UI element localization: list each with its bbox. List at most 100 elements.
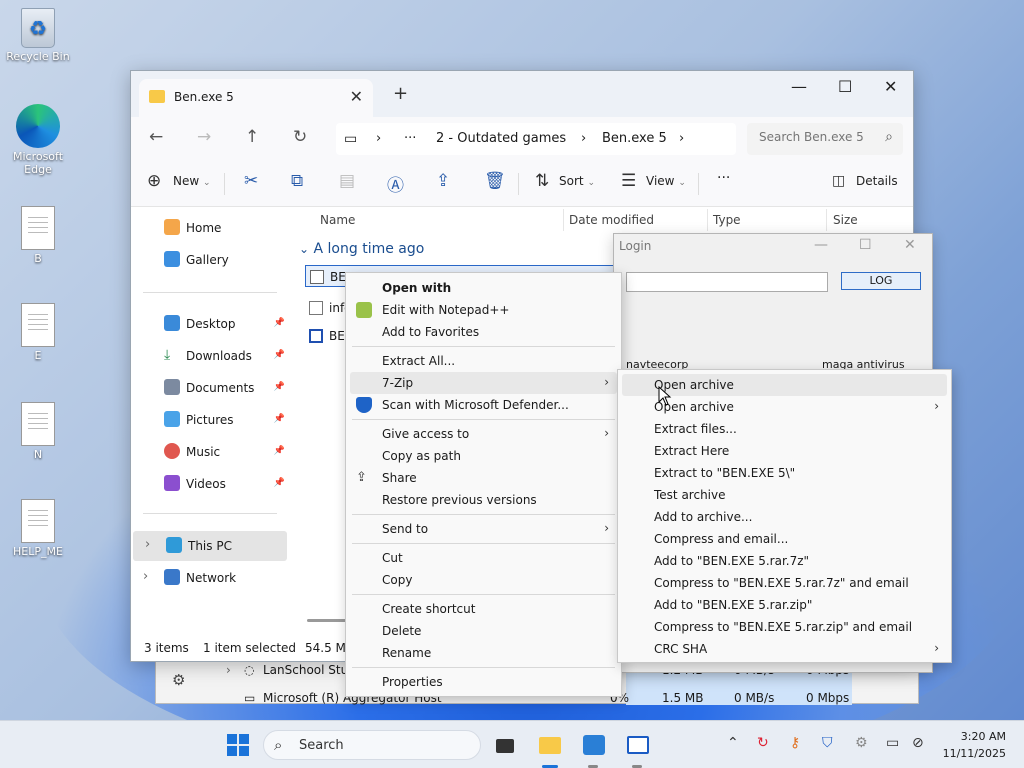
new-button[interactable]: New ⌄	[173, 174, 211, 188]
nav-item-desktop[interactable]: Desktop 📌	[131, 309, 287, 339]
taskbar-search[interactable]: ⌕ Search	[263, 730, 481, 760]
login-input[interactable]	[626, 272, 828, 292]
search-box[interactable]: ⌕	[747, 123, 903, 155]
menu-restore[interactable]: Restore previous versions	[350, 489, 617, 511]
file-e-shortcut[interactable]: E	[6, 303, 70, 362]
menu-edit-notepad[interactable]: Edit with Notepad++	[350, 299, 617, 321]
maximize-icon[interactable]: ☐	[838, 77, 852, 96]
share-icon[interactable]: ⇪	[436, 171, 450, 191]
close-window-icon[interactable]: ✕	[884, 77, 897, 96]
edge-shortcut[interactable]: Microsoft Edge	[6, 104, 70, 176]
menu-share[interactable]: ⇪ Share	[350, 467, 617, 489]
group-header[interactable]: ⌄ A long time ago	[299, 241, 424, 257]
zip-compress-email[interactable]: Compress and email...	[622, 528, 947, 550]
nav-item-downloads[interactable]: ⤓ Downloads 📌	[131, 341, 287, 371]
up-arrow-icon[interactable]: ↑	[245, 127, 259, 147]
process-network: 0 Mbps	[806, 691, 850, 705]
nav-item-pictures[interactable]: Pictures 📌	[131, 405, 287, 435]
zip-extract-files[interactable]: Extract files...	[622, 418, 947, 440]
copy-icon[interactable]: ⧉	[291, 171, 303, 191]
rename-icon[interactable]: Ⓐ	[387, 171, 404, 196]
chevron-right-icon[interactable]: ›	[145, 537, 150, 552]
horizontal-scrollbar[interactable]	[307, 619, 347, 622]
breadcrumb-outdated-games[interactable]: 2 - Outdated games	[436, 131, 566, 146]
close-icon[interactable]: ✕	[904, 237, 916, 253]
zip-add-7z[interactable]: Add to "BEN.EXE 5.rar.7z"	[622, 550, 947, 572]
column-date-modified[interactable]: Date modified	[569, 213, 654, 227]
new-tab-button[interactable]: +	[393, 83, 408, 104]
menu-create-shortcut[interactable]: Create shortcut	[350, 598, 617, 620]
paste-icon[interactable]: ▤	[339, 171, 355, 191]
nav-item-home[interactable]: Home	[131, 213, 287, 243]
start-windows-icon[interactable]	[226, 733, 250, 757]
sync-icon[interactable]: ↻	[757, 735, 769, 751]
menu-send-to[interactable]: Send to ›	[350, 518, 617, 540]
tab-ben-exe-5[interactable]: Ben.exe 5 ✕	[139, 79, 373, 117]
file-b-shortcut[interactable]: B	[6, 206, 70, 265]
chevron-up-icon[interactable]: ⌃	[727, 735, 739, 751]
nav-item-documents[interactable]: Documents 📌	[131, 373, 287, 403]
maximize-icon[interactable]: ☐	[859, 237, 872, 253]
volume-muted-icon[interactable]: ⊘	[912, 735, 924, 751]
breadcrumb-more[interactable]: ···	[404, 131, 416, 146]
monitor-icon[interactable]: ▭	[886, 735, 899, 751]
menu-open-with[interactable]: Open with	[350, 277, 617, 299]
breadcrumb-ben-exe-5[interactable]: Ben.exe 5	[602, 131, 667, 146]
menu-scan-defender[interactable]: Scan with Microsoft Defender...	[350, 394, 617, 416]
chevron-right-icon[interactable]: ›	[143, 569, 148, 584]
column-type[interactable]: Type	[713, 213, 741, 227]
file-explorer-taskbar-icon[interactable]	[538, 733, 562, 757]
task-manager-taskbar-icon[interactable]	[582, 733, 606, 757]
zip-extract-to[interactable]: Extract to "BEN.EXE 5\"	[622, 462, 947, 484]
file-help-shortcut[interactable]: HELP_ME	[6, 499, 70, 558]
app-window-taskbar-icon[interactable]	[626, 733, 650, 757]
menu-delete[interactable]: Delete	[350, 620, 617, 642]
minimize-icon[interactable]: —	[791, 77, 807, 96]
menu-rename[interactable]: Rename	[350, 642, 617, 664]
back-arrow-icon[interactable]: ←	[149, 127, 163, 147]
nav-item-network[interactable]: › Network	[131, 563, 287, 593]
refresh-icon[interactable]: ↻	[293, 127, 307, 147]
log-button[interactable]: LOG	[841, 272, 921, 290]
menu-add-favorites[interactable]: Add to Favorites	[350, 321, 617, 343]
zip-test-archive[interactable]: Test archive	[622, 484, 947, 506]
more-options-button[interactable]: ···	[717, 170, 730, 186]
menu-give-access[interactable]: Give access to ›	[350, 423, 617, 445]
zip-crc-sha[interactable]: CRC SHA ›	[622, 638, 947, 660]
task-view-icon[interactable]	[493, 733, 517, 757]
file-n-shortcut[interactable]: N	[6, 402, 70, 461]
nav-item-music[interactable]: Music 📌	[131, 437, 287, 467]
key-icon[interactable]: ⚷	[790, 735, 800, 751]
column-name[interactable]: Name	[320, 213, 355, 227]
delete-icon[interactable]: 🗑	[484, 171, 506, 191]
menu-cut[interactable]: Cut	[350, 547, 617, 569]
forward-arrow-icon[interactable]: →	[197, 127, 211, 147]
close-tab-icon[interactable]: ✕	[350, 87, 363, 106]
security-shield-icon[interactable]: ⛉	[822, 735, 833, 751]
cut-icon[interactable]: ✂	[244, 171, 258, 191]
zip-compress-zip-email[interactable]: Compress to "BEN.EXE 5.rar.zip" and emai…	[622, 616, 947, 638]
zip-add-zip[interactable]: Add to "BEN.EXE 5.rar.zip"	[622, 594, 947, 616]
menu-7zip[interactable]: 7-Zip ›	[350, 372, 617, 394]
menu-extract-all[interactable]: Extract All...	[350, 350, 617, 372]
nav-item-this-pc[interactable]: › This PC	[133, 531, 287, 561]
details-button[interactable]: Details	[856, 174, 898, 188]
zip-extract-here[interactable]: Extract Here	[622, 440, 947, 462]
nav-item-gallery[interactable]: Gallery	[131, 245, 287, 275]
sort-button[interactable]: Sort ⌄	[559, 174, 595, 188]
nav-item-videos[interactable]: Videos 📌	[131, 469, 287, 499]
clock[interactable]: 3:20 AM 11/11/2025	[943, 728, 1006, 762]
view-button[interactable]: View ⌄	[646, 174, 686, 188]
search-input[interactable]	[759, 130, 869, 144]
menu-properties[interactable]: Properties	[350, 671, 617, 693]
zip-add-to-archive[interactable]: Add to archive...	[622, 506, 947, 528]
menu-copy-path[interactable]: Copy as path	[350, 445, 617, 467]
minimize-icon[interactable]: —	[814, 237, 828, 253]
settings-icon[interactable]: ⚙	[855, 735, 868, 751]
address-bar[interactable]: ▭ › ··· 2 - Outdated games › Ben.exe 5 ›	[336, 123, 736, 155]
expand-chevron-icon[interactable]: ›	[226, 663, 231, 677]
column-size[interactable]: Size	[833, 213, 858, 227]
recycle-bin-shortcut[interactable]: ♻ Recycle Bin	[6, 8, 70, 63]
menu-copy[interactable]: Copy	[350, 569, 617, 591]
zip-compress-7z-email[interactable]: Compress to "BEN.EXE 5.rar.7z" and email	[622, 572, 947, 594]
